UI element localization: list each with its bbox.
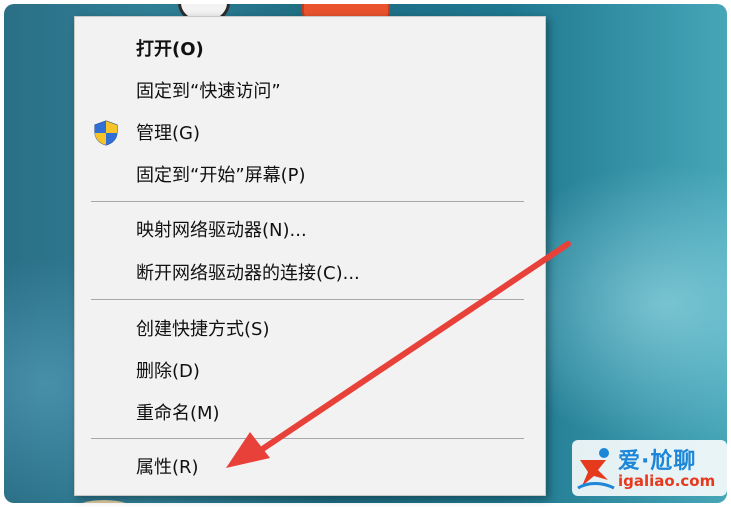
watermark-logo-icon <box>577 448 615 490</box>
watermark-title: 爱·尬聊 <box>618 449 697 474</box>
red-arrow-icon <box>226 241 571 468</box>
screenshot-frame: 打开(O) 固定到“快速访问” 管理(G) 固定到“开始”屏幕(P) 映射网络驱… <box>0 0 731 507</box>
watermark: 爱·尬聊 igaliao.com <box>572 440 727 496</box>
watermark-url: igaliao.com <box>618 472 716 490</box>
